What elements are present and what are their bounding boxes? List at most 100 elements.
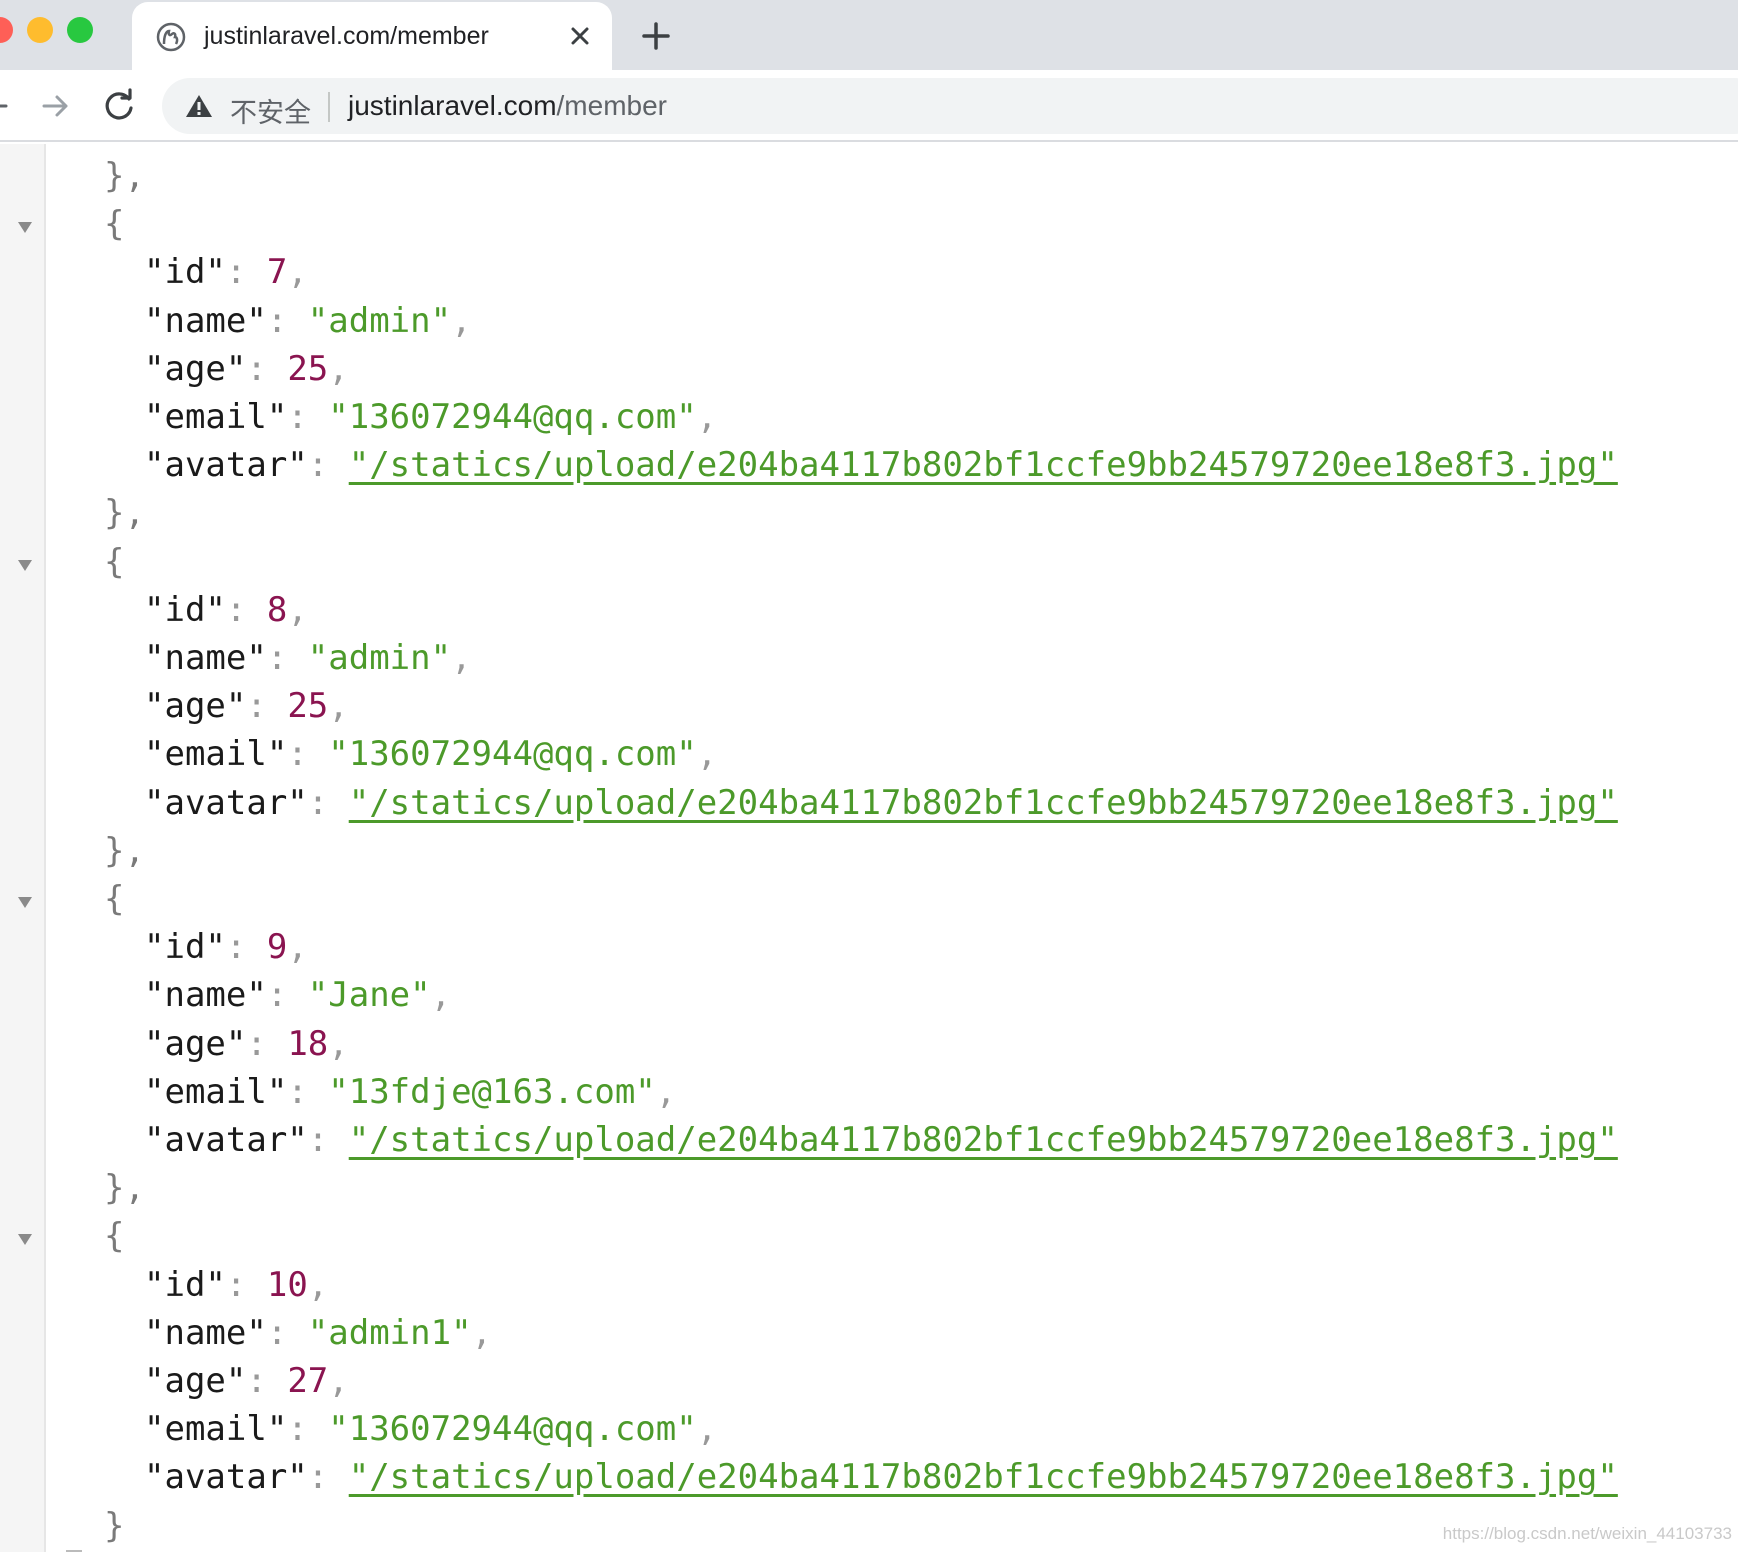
- minimize-window-button[interactable]: [27, 17, 53, 43]
- json-colon: :: [307, 1457, 349, 1498]
- json-open-brace: {: [104, 879, 124, 919]
- json-close-brace: },: [104, 493, 145, 533]
- json-value-email: "136072944@qq.com": [328, 734, 697, 775]
- json-key: "age": [144, 1023, 247, 1064]
- json-key: "avatar": [144, 1457, 308, 1498]
- json-value-name: "admin1": [307, 1312, 472, 1353]
- json-value-id: 7: [266, 252, 288, 293]
- json-key: "age": [144, 348, 247, 389]
- address-bar[interactable]: 不安全 justinlaravel.com/member: [162, 78, 1738, 134]
- json-comma: ,: [328, 348, 349, 389]
- json-value-name: "Jane": [307, 975, 431, 1016]
- json-key: "age": [144, 1361, 247, 1401]
- json-colon: :: [287, 1409, 329, 1450]
- active-tab[interactable]: justinlaravel.com/member: [132, 2, 612, 70]
- json-colon: :: [246, 686, 288, 727]
- json-key: "email": [144, 1071, 288, 1112]
- json-key: "name": [144, 638, 267, 678]
- json-key: "avatar": [144, 1120, 308, 1160]
- json-property-email: "email": "136072944@qq.com",: [144, 734, 717, 774]
- json-value-name: "admin": [307, 638, 452, 678]
- json-colon: :: [225, 252, 267, 293]
- json-property-id: "id": 8,: [144, 590, 308, 630]
- brace-text: },: [104, 1168, 145, 1209]
- json-colon: :: [246, 1361, 288, 1401]
- json-value-age: 18: [287, 1023, 329, 1064]
- json-key: "name": [144, 975, 267, 1016]
- close-window-button[interactable]: [0, 17, 13, 43]
- json-viewer: },{"id": 7, "name": "admin", "age": 25, "em…: [0, 144, 1738, 1552]
- maximize-window-button[interactable]: [67, 17, 93, 43]
- browser-toolbar: 不安全 justinlaravel.com/member: [0, 70, 1738, 142]
- json-property-id: "id": 9,: [144, 927, 308, 967]
- json-property-name: "name": "admin",: [144, 301, 472, 341]
- avatar-link[interactable]: "/statics/upload/e204ba4117b802bf1ccfe9b…: [349, 1457, 1618, 1497]
- collapse-toggle-icon[interactable]: [16, 220, 34, 234]
- json-colon: :: [266, 975, 308, 1016]
- json-key: "age": [144, 686, 247, 727]
- brace-text: {: [104, 1216, 125, 1257]
- collapse-toggle-icon[interactable]: [16, 1232, 34, 1246]
- brace-text: {: [104, 541, 125, 582]
- json-comma: ,: [328, 1023, 349, 1064]
- json-property-age: "age": 25,: [144, 349, 349, 389]
- reload-icon[interactable]: [100, 87, 138, 125]
- avatar-link[interactable]: "/statics/upload/e204ba4117b802bf1ccfe9b…: [349, 445, 1618, 485]
- json-colon: :: [246, 348, 288, 389]
- json-colon: :: [287, 397, 329, 437]
- arrow-left-icon[interactable]: [0, 88, 10, 124]
- warning-icon[interactable]: [184, 92, 214, 120]
- json-value-email: "13fdje@163.com": [328, 1071, 656, 1112]
- collapse-toggle-icon[interactable]: [16, 895, 34, 909]
- json-colon: :: [307, 445, 349, 486]
- brace-text: },: [104, 493, 145, 534]
- json-comma: ,: [451, 300, 472, 341]
- json-open-brace: {: [104, 204, 124, 244]
- json-key: "name": [144, 300, 267, 341]
- plus-icon[interactable]: [638, 18, 674, 54]
- json-open-brace: {: [104, 1216, 124, 1256]
- json-key: "id": [144, 589, 226, 630]
- json-close-brace: }: [104, 1506, 124, 1546]
- security-status-label[interactable]: 不安全: [230, 91, 311, 130]
- json-property-avatar: "avatar": "/statics/upload/e204ba4117b80…: [144, 445, 1618, 485]
- json-key: "avatar": [144, 445, 308, 486]
- fold-gutter: [0, 144, 82, 1552]
- json-colon: :: [225, 1264, 267, 1305]
- json-colon: :: [307, 782, 349, 823]
- tab-strip: justinlaravel.com/member: [0, 0, 1738, 70]
- json-value-id: 10: [266, 1264, 308, 1305]
- json-value-email: "136072944@qq.com": [328, 397, 697, 437]
- json-colon: :: [287, 734, 329, 775]
- json-property-age: "age": 25,: [144, 686, 349, 726]
- json-property-name: "name": "admin1",: [144, 1313, 492, 1353]
- arrow-right-icon[interactable]: [38, 88, 74, 124]
- json-value-id: 8: [266, 589, 288, 630]
- json-comma: ,: [287, 927, 308, 968]
- globe-icon: [156, 22, 186, 52]
- brace-text: {: [104, 879, 125, 919]
- collapse-toggle-icon[interactable]: [16, 558, 34, 572]
- url-text[interactable]: justinlaravel.com/member: [348, 90, 667, 122]
- json-close-brace: },: [104, 1168, 145, 1208]
- brace-text: }: [104, 1505, 125, 1546]
- json-property-email: "email": "136072944@qq.com",: [144, 1409, 717, 1449]
- close-icon[interactable]: [564, 20, 596, 52]
- json-comma: ,: [328, 1361, 349, 1401]
- json-key: "id": [144, 252, 226, 293]
- json-value-age: 27: [287, 1361, 329, 1401]
- json-property-id: "id": 10,: [144, 1265, 328, 1305]
- json-comma: ,: [287, 252, 308, 293]
- json-comma: ,: [328, 686, 349, 727]
- json-colon: :: [266, 638, 308, 678]
- json-colon: :: [225, 589, 267, 630]
- json-comma: ,: [430, 975, 452, 1016]
- brace-text: },: [104, 156, 145, 196]
- json-value-name: "admin": [307, 300, 452, 341]
- json-comma: ,: [696, 734, 718, 775]
- json-property-avatar: "avatar": "/statics/upload/e204ba4117b80…: [144, 1457, 1618, 1497]
- avatar-link[interactable]: "/statics/upload/e204ba4117b802bf1ccfe9b…: [349, 1120, 1618, 1160]
- json-key: "id": [144, 1264, 226, 1305]
- avatar-link[interactable]: "/statics/upload/e204ba4117b802bf1ccfe9b…: [349, 783, 1618, 823]
- json-close-brace: },: [104, 831, 145, 871]
